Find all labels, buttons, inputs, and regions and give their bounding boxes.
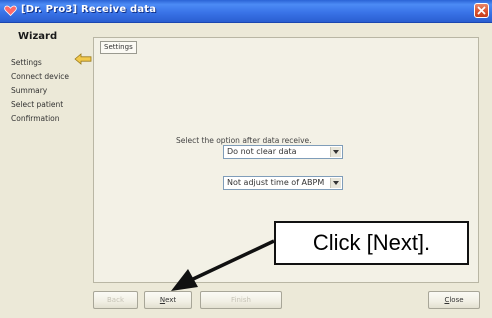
wizard-title: Wizard (18, 31, 58, 42)
dropdown-arrow[interactable] (330, 178, 341, 188)
finish-button[interactable]: Finish (200, 291, 282, 309)
adjust-time-select-value: Not adjust time of ABPM (227, 178, 325, 187)
clear-data-select[interactable]: Do not clear data (223, 145, 343, 159)
heart-icon (4, 5, 17, 17)
next-button[interactable]: Next (144, 291, 192, 309)
wizard-sidebar: Wizard Settings Connect device Summary S… (4, 27, 92, 282)
close-icon (477, 6, 486, 15)
next-label-rest: ext (165, 296, 177, 304)
option-prompt: Select the option after data receive. (176, 136, 312, 145)
step-summary: Summary (11, 86, 48, 95)
instruction-callout: Click [Next]. (274, 221, 469, 265)
dropdown-arrow[interactable] (330, 147, 341, 157)
close-window-button[interactable] (474, 3, 489, 18)
step-settings: Settings (11, 58, 42, 67)
step-select-patient: Select patient (11, 100, 64, 109)
chevron-down-icon (333, 150, 339, 154)
tab-settings[interactable]: Settings (100, 41, 137, 54)
adjust-time-select[interactable]: Not adjust time of ABPM (223, 176, 343, 190)
arrow-left-icon (74, 53, 92, 65)
close-button[interactable]: Close (428, 291, 480, 309)
window-title: [Dr. Pro3] Receive data (21, 4, 157, 15)
chevron-down-icon (333, 181, 339, 185)
close-label-rest: lose (449, 296, 464, 304)
title-bar[interactable]: [Dr. Pro3] Receive data (0, 0, 492, 23)
step-connect-device: Connect device (11, 72, 70, 81)
step-confirmation: Confirmation (11, 114, 60, 123)
clear-data-select-value: Do not clear data (227, 147, 297, 156)
back-button[interactable]: Back (93, 291, 138, 309)
receive-data-window: [Dr. Pro3] Receive data Wizard Settings … (0, 0, 492, 318)
